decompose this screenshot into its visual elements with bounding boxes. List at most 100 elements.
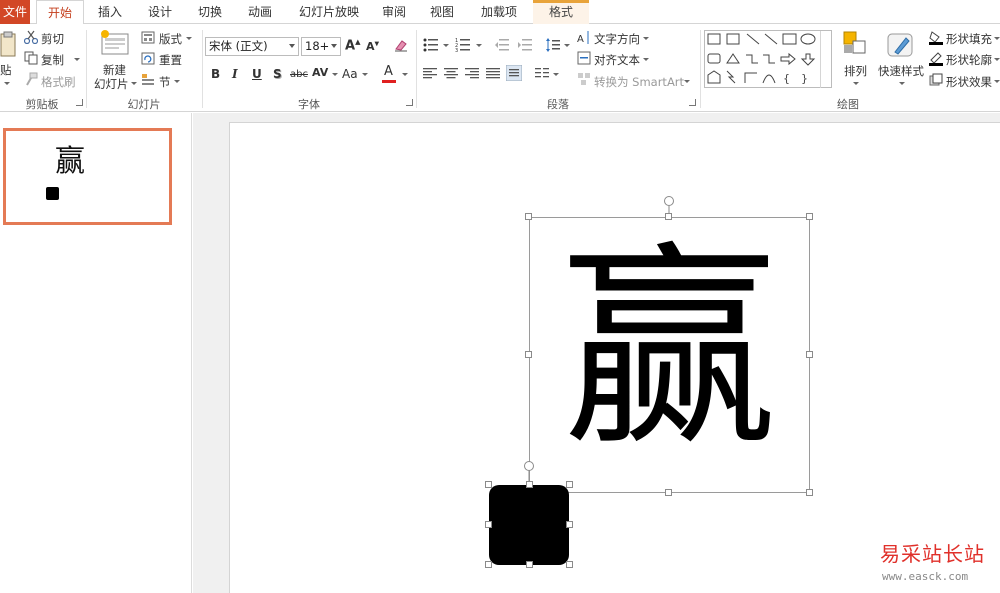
underline-button[interactable]: U <box>252 67 262 81</box>
shapes-gallery[interactable]: { } <box>704 30 832 88</box>
align-center-icon[interactable] <box>444 67 458 79</box>
slide-thumbnail[interactable]: 赢 <box>3 128 172 225</box>
resize-handle-top[interactable] <box>665 213 672 220</box>
bullets-icon[interactable] <box>423 38 439 52</box>
copy-dropdown-icon[interactable] <box>74 58 80 61</box>
distributed-icon[interactable] <box>506 65 522 81</box>
font-color-dropdown-icon[interactable] <box>402 73 408 76</box>
paste-dropdown-icon[interactable] <box>4 82 10 85</box>
quick-styles-icon[interactable] <box>886 30 916 60</box>
tab-view[interactable]: 视图 <box>420 0 464 24</box>
font-size-select[interactable]: 18+ <box>301 37 341 56</box>
resize-handle-bottom[interactable] <box>665 489 672 496</box>
italic-button[interactable]: I <box>232 67 238 81</box>
square-handle-top-right[interactable] <box>566 481 573 488</box>
bold-button[interactable]: B <box>211 67 220 81</box>
copy-button[interactable]: 复制 <box>41 52 64 68</box>
textbox-text[interactable]: 赢 <box>529 225 810 485</box>
font-name-select[interactable]: 宋体 (正文) <box>205 37 299 56</box>
tab-home[interactable]: 开始 <box>36 0 84 25</box>
bullets-dropdown-icon[interactable] <box>443 44 449 47</box>
smartart-dropdown-icon[interactable] <box>684 80 690 83</box>
strikethrough-button[interactable]: abc <box>290 69 308 80</box>
gallery-scroll-up-icon[interactable] <box>820 31 832 50</box>
arrange-icon[interactable] <box>843 31 869 59</box>
shape-outline-dropdown-icon[interactable] <box>994 58 1000 61</box>
tab-format[interactable]: 格式 <box>533 0 589 24</box>
font-color-button[interactable]: A <box>384 64 393 79</box>
gallery-scroll-down-icon[interactable] <box>820 50 832 69</box>
shape-effects-dropdown-icon[interactable] <box>994 80 1000 83</box>
tab-slideshow[interactable]: 幻灯片放映 <box>290 0 368 24</box>
paragraph-launcher-icon[interactable] <box>689 99 696 106</box>
clipboard-launcher-icon[interactable] <box>76 99 83 106</box>
tab-insert[interactable]: 插入 <box>88 0 132 24</box>
square-handle-top-left[interactable] <box>485 481 492 488</box>
layout-dropdown-icon[interactable] <box>186 37 192 40</box>
clear-formatting-icon[interactable] <box>393 37 409 53</box>
section-dropdown-icon[interactable] <box>174 80 180 83</box>
character-spacing-button[interactable]: AV <box>312 66 328 79</box>
cut-button[interactable]: 剪切 <box>41 31 64 47</box>
align-text-button[interactable]: 对齐文本 <box>594 52 640 68</box>
resize-handle-right[interactable] <box>806 351 813 358</box>
square-handle-bottom[interactable] <box>526 561 533 568</box>
square-handle-bottom-right[interactable] <box>566 561 573 568</box>
align-left-icon[interactable] <box>423 67 437 79</box>
tab-review[interactable]: 审阅 <box>372 0 416 24</box>
paste-icon[interactable] <box>0 30 18 60</box>
shape-fill-button[interactable]: 形状填充 <box>946 31 992 47</box>
numbering-dropdown-icon[interactable] <box>476 44 482 47</box>
case-dropdown-icon[interactable] <box>362 73 368 76</box>
black-rounded-square[interactable] <box>489 485 569 565</box>
square-handle-bottom-left[interactable] <box>485 561 492 568</box>
shadow-button[interactable]: S <box>273 67 282 81</box>
resize-handle-left[interactable] <box>525 351 532 358</box>
shape-fill-dropdown-icon[interactable] <box>994 37 1000 40</box>
format-painter-button[interactable]: 格式刷 <box>41 74 76 90</box>
section-button[interactable]: 节 <box>159 74 171 90</box>
tab-file[interactable]: 文件 <box>0 0 30 24</box>
tab-addins[interactable]: 加载项 <box>470 0 528 24</box>
justify-icon[interactable] <box>486 67 500 79</box>
shape-outline-button[interactable]: 形状轮廓 <box>946 52 992 68</box>
gallery-more-icon[interactable] <box>820 69 832 88</box>
text-direction-dropdown-icon[interactable] <box>643 37 649 40</box>
grow-font-icon[interactable]: A▲ <box>345 38 360 53</box>
quick-styles-button[interactable]: 快速样式 <box>878 63 924 79</box>
resize-handle-top-right[interactable] <box>806 213 813 220</box>
quick-styles-dropdown-icon[interactable] <box>899 82 905 85</box>
line-spacing-icon[interactable] <box>545 37 561 53</box>
columns-icon[interactable] <box>535 67 549 79</box>
paste-label[interactable]: 贴 <box>0 62 12 78</box>
arrange-button[interactable]: 排列 <box>844 63 867 79</box>
font-launcher-icon[interactable] <box>406 99 413 106</box>
align-right-icon[interactable] <box>465 67 479 79</box>
layout-button[interactable]: 版式 <box>159 31 182 47</box>
shape-effects-button[interactable]: 形状效果 <box>946 74 992 90</box>
new-slide-label-line2[interactable]: 幻灯片 <box>94 76 129 92</box>
resize-handle-bottom-right[interactable] <box>806 489 813 496</box>
arrange-dropdown-icon[interactable] <box>853 82 859 85</box>
numbering-icon[interactable]: 1 2 3 <box>455 38 471 52</box>
line-spacing-dropdown-icon[interactable] <box>564 44 570 47</box>
resize-handle-top-left[interactable] <box>525 213 532 220</box>
increase-indent-icon[interactable] <box>517 38 533 52</box>
align-text-dropdown-icon[interactable] <box>643 58 649 61</box>
decrease-indent-icon[interactable] <box>494 38 510 52</box>
new-slide-dropdown-icon[interactable] <box>131 82 137 85</box>
convert-smartart-button[interactable]: 转换为 SmartArt <box>594 74 684 90</box>
columns-dropdown-icon[interactable] <box>553 73 559 76</box>
spacing-dropdown-icon[interactable] <box>332 73 338 76</box>
square-handle-left[interactable] <box>485 521 492 528</box>
reset-button[interactable]: 重置 <box>159 52 182 68</box>
new-slide-icon[interactable] <box>100 30 130 58</box>
square-handle-right[interactable] <box>566 521 573 528</box>
tab-design[interactable]: 设计 <box>138 0 182 24</box>
text-direction-button[interactable]: 文字方向 <box>594 31 640 47</box>
change-case-button[interactable]: Aa <box>342 67 358 81</box>
tab-animations[interactable]: 动画 <box>238 0 282 24</box>
square-handle-top[interactable] <box>526 481 533 488</box>
shrink-font-icon[interactable]: A▼ <box>366 40 379 53</box>
tab-transitions[interactable]: 切换 <box>188 0 232 24</box>
